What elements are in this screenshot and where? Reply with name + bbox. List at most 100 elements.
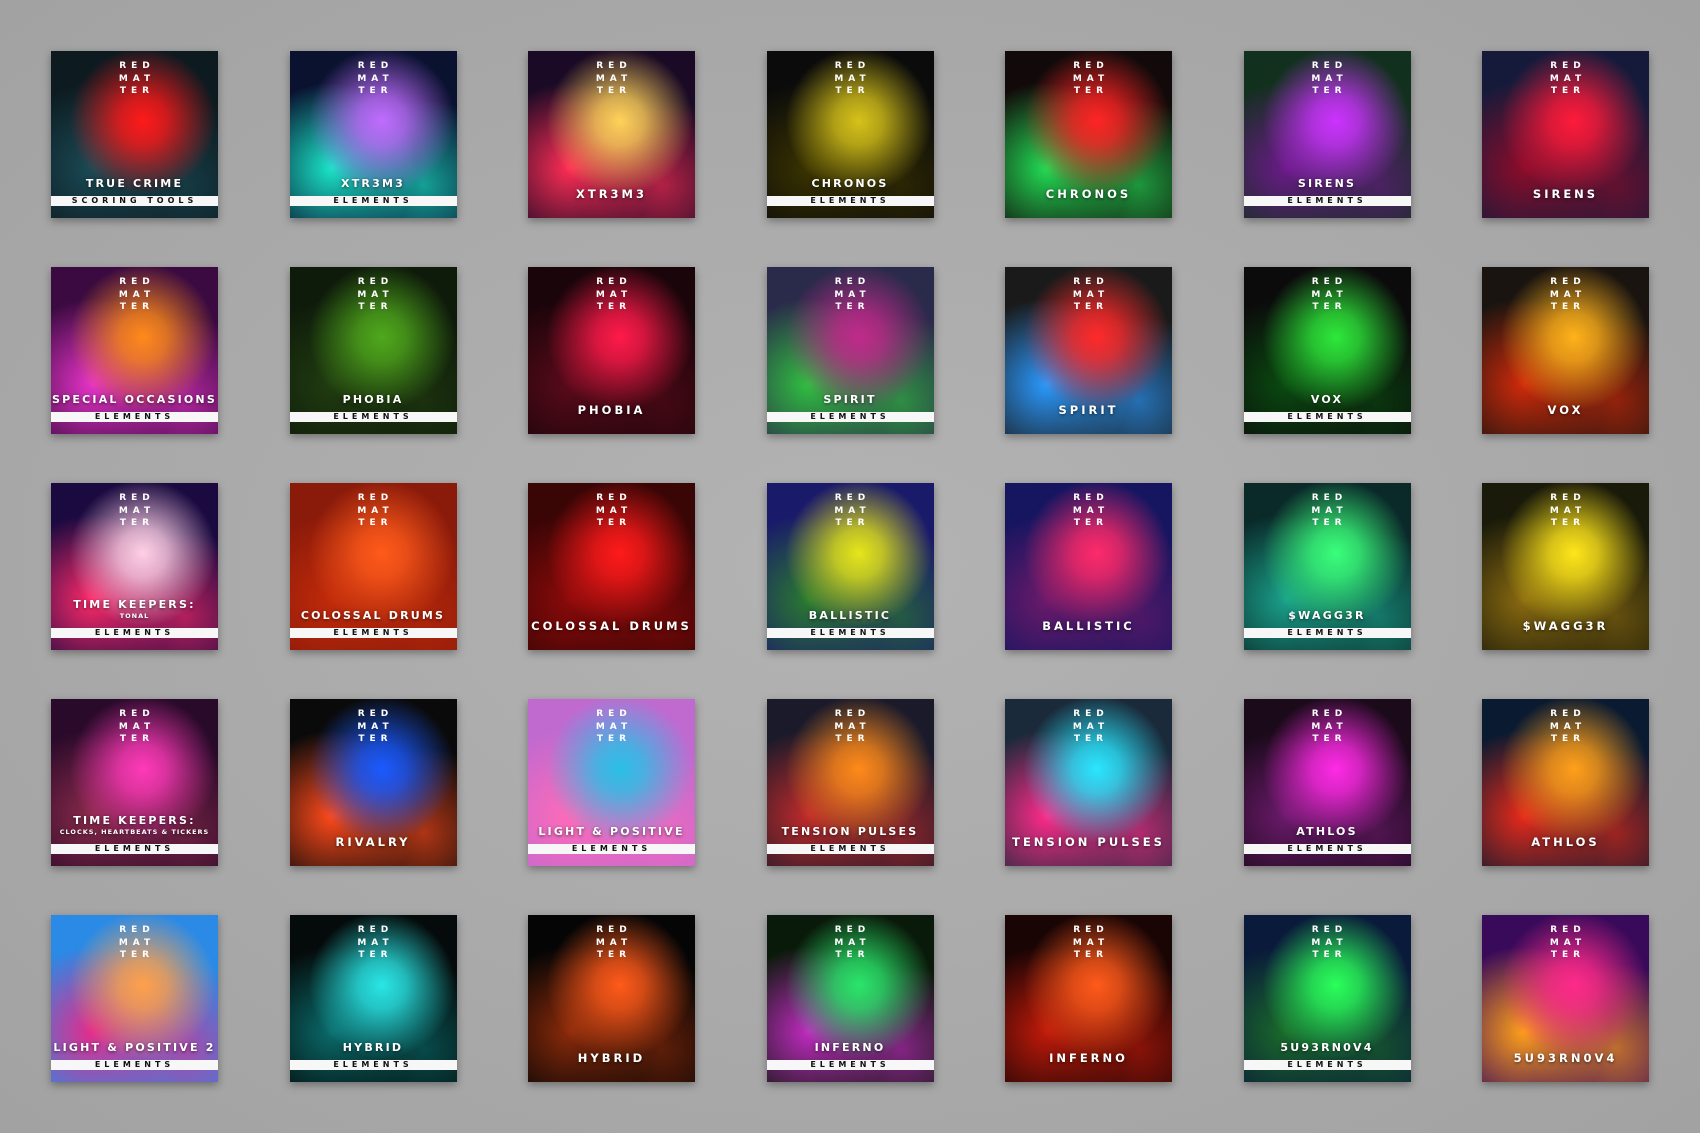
brand-logo-line: MAT [1311,721,1348,732]
album-cover[interactable]: RED MAT TER ATHLOS ELEMENTS [1243,699,1411,866]
album-cover[interactable]: RED MAT TER 5U93RN0V4 [1482,915,1649,1082]
brand-logo-line: RED [834,493,871,503]
album-cover[interactable]: RED MAT TER RIVALRY [289,699,457,866]
brand-logo-line: TER [119,302,155,312]
brand-logo-line: TER [1312,86,1347,96]
brand-logo-line: TER [596,950,632,960]
brand-logo-line: RED [357,925,394,935]
album-cover[interactable]: RED MAT TER SIRENS ELEMENTS [1243,51,1411,218]
album-cover[interactable]: RED MAT TER LIGHT & POSITIVE 2 ELEMENTS [51,915,218,1082]
album-cover[interactable]: RED MAT TER ATHLOS [1482,699,1649,866]
brand-logo: RED MAT TER [51,276,218,314]
brand-logo-line: RED [357,709,394,719]
album-cover[interactable]: RED MAT TER CHRONOS [1005,51,1172,218]
album-cover[interactable]: RED MAT TER BALLISTIC ELEMENTS [766,483,934,650]
brand-logo-line: RED [1073,493,1109,503]
album-cover[interactable]: RED MAT TER PHOBIA [528,267,695,434]
cover-band-label: ELEMENTS [289,412,457,422]
cover-title: PHOBIA [577,403,646,417]
album-cover[interactable]: RED MAT TER TIME KEEPERS: CLOCKS, HEARTBEATS… [51,699,218,866]
brand-logo-line: TER [1073,302,1109,312]
album-cover[interactable]: RED MAT TER SIRENS [1482,51,1649,218]
cover-title: SPIRIT [1058,403,1119,417]
album-cover[interactable]: RED MAT TER TIME KEEPERS: TONAL ELEMENTS [51,483,218,650]
brand-logo-line: RED [834,925,871,935]
brand-logo-line: MAT [834,289,871,300]
cover-band-label: ELEMENTS [1243,412,1411,422]
album-cover[interactable]: RED MAT TER HYBRID ELEMENTS [289,915,457,1082]
cover-grid: RED MAT TER TRUE CRIME SCORING TOOLS RED MAT TE… [51,51,1649,1082]
brand-logo-line: TER [596,734,632,744]
album-cover[interactable]: RED MAT TER INFERNO [1005,915,1172,1082]
album-cover[interactable]: RED MAT TER VOX ELEMENTS [1243,267,1411,434]
brand-logo-line: TER [358,86,393,96]
album-cover[interactable]: RED MAT TER PHOBIA ELEMENTS [289,267,457,434]
brand-logo-line: MAT [357,73,394,84]
brand-logo-line: MAT [118,937,156,948]
album-cover[interactable]: RED MAT TER HYBRID [528,915,695,1082]
brand-logo: RED MAT TER [290,492,457,530]
brand-logo: RED MAT TER [1005,924,1172,962]
brand-logo-line: MAT [1311,937,1348,948]
brand-logo-line: MAT [595,73,633,84]
brand-logo-line: MAT [1549,505,1587,516]
album-cover[interactable]: RED MAT TER SPECIAL OCCASIONS ELEMENTS [51,267,218,434]
brand-logo-line: TER [835,86,870,96]
album-cover[interactable]: RED MAT TER COLOSSAL DRUMS ELEMENTS [289,483,457,650]
album-cover[interactable]: RED MAT TER XTR3M3 ELEMENTS [289,51,457,218]
brand-logo: RED MAT TER [51,924,218,962]
brand-logo: RED MAT TER [1244,924,1411,962]
cover-title: $WAGG3R [1288,609,1366,622]
brand-logo: RED MAT TER [528,924,695,962]
brand-logo-line: TER [1550,86,1586,96]
cover-title: XTR3M3 [575,187,647,201]
brand-logo-line: MAT [357,721,394,732]
brand-logo: RED MAT TER [767,708,934,746]
album-cover[interactable]: RED MAT TER COLOSSAL DRUMS [528,483,695,650]
album-cover[interactable]: RED MAT TER TRUE CRIME SCORING TOOLS [51,51,218,218]
album-cover[interactable]: RED MAT TER VOX [1482,267,1649,434]
brand-logo-line: RED [834,709,871,719]
album-cover[interactable]: RED MAT TER TENSION PULSES ELEMENTS [766,699,934,866]
album-cover[interactable]: RED MAT TER INFERNO ELEMENTS [766,915,934,1082]
brand-logo-line: RED [1550,277,1586,287]
album-cover[interactable]: RED MAT TER 5U93RN0V4 ELEMENTS [1243,915,1411,1082]
brand-logo-line: RED [596,61,632,71]
brand-logo-line: MAT [834,937,871,948]
cover-title: TENSION PULSES [1012,835,1165,849]
brand-logo: RED MAT TER [1005,708,1172,746]
brand-logo-line: RED [1311,493,1348,503]
brand-logo-line: MAT [1549,73,1587,84]
album-cover[interactable]: RED MAT TER SPIRIT ELEMENTS [766,267,934,434]
brand-logo-line: RED [1311,277,1348,287]
cover-title: COLOSSAL DRUMS [300,609,446,622]
brand-logo-line: TER [1312,518,1347,528]
album-cover[interactable]: RED MAT TER SPIRIT [1005,267,1172,434]
brand-logo-line: RED [834,277,871,287]
album-cover[interactable]: RED MAT TER XTR3M3 [528,51,695,218]
cover-title: SIRENS [1297,177,1357,190]
album-cover[interactable]: RED MAT TER TENSION PULSES [1005,699,1172,866]
brand-logo: RED MAT TER [1005,276,1172,314]
brand-logo: RED MAT TER [51,492,218,530]
cover-band-label: ELEMENTS [51,844,218,854]
album-cover[interactable]: RED MAT TER $WAGG3R ELEMENTS [1243,483,1411,650]
brand-logo: RED MAT TER [528,708,695,746]
album-cover[interactable]: RED MAT TER LIGHT & POSITIVE ELEMENTS [528,699,695,866]
cover-title: HYBRID [342,1041,404,1054]
brand-logo-line: RED [1550,925,1586,935]
cover-band-label: ELEMENTS [766,1060,934,1070]
cover-subtitle: TONAL [119,612,150,620]
brand-logo: RED MAT TER [767,492,934,530]
brand-logo-line: TER [358,518,393,528]
brand-logo: RED MAT TER [1482,60,1649,98]
brand-logo: RED MAT TER [1482,708,1649,746]
brand-logo-line: RED [119,277,155,287]
album-cover[interactable]: RED MAT TER $WAGG3R [1482,483,1649,650]
cover-band-label: ELEMENTS [766,844,934,854]
cover-title: TENSION PULSES [781,825,919,838]
album-cover[interactable]: RED MAT TER CHRONOS ELEMENTS [766,51,934,218]
album-cover[interactable]: RED MAT TER BALLISTIC [1005,483,1172,650]
brand-logo: RED MAT TER [51,708,218,746]
cover-title: LIGHT & POSITIVE [538,825,685,838]
